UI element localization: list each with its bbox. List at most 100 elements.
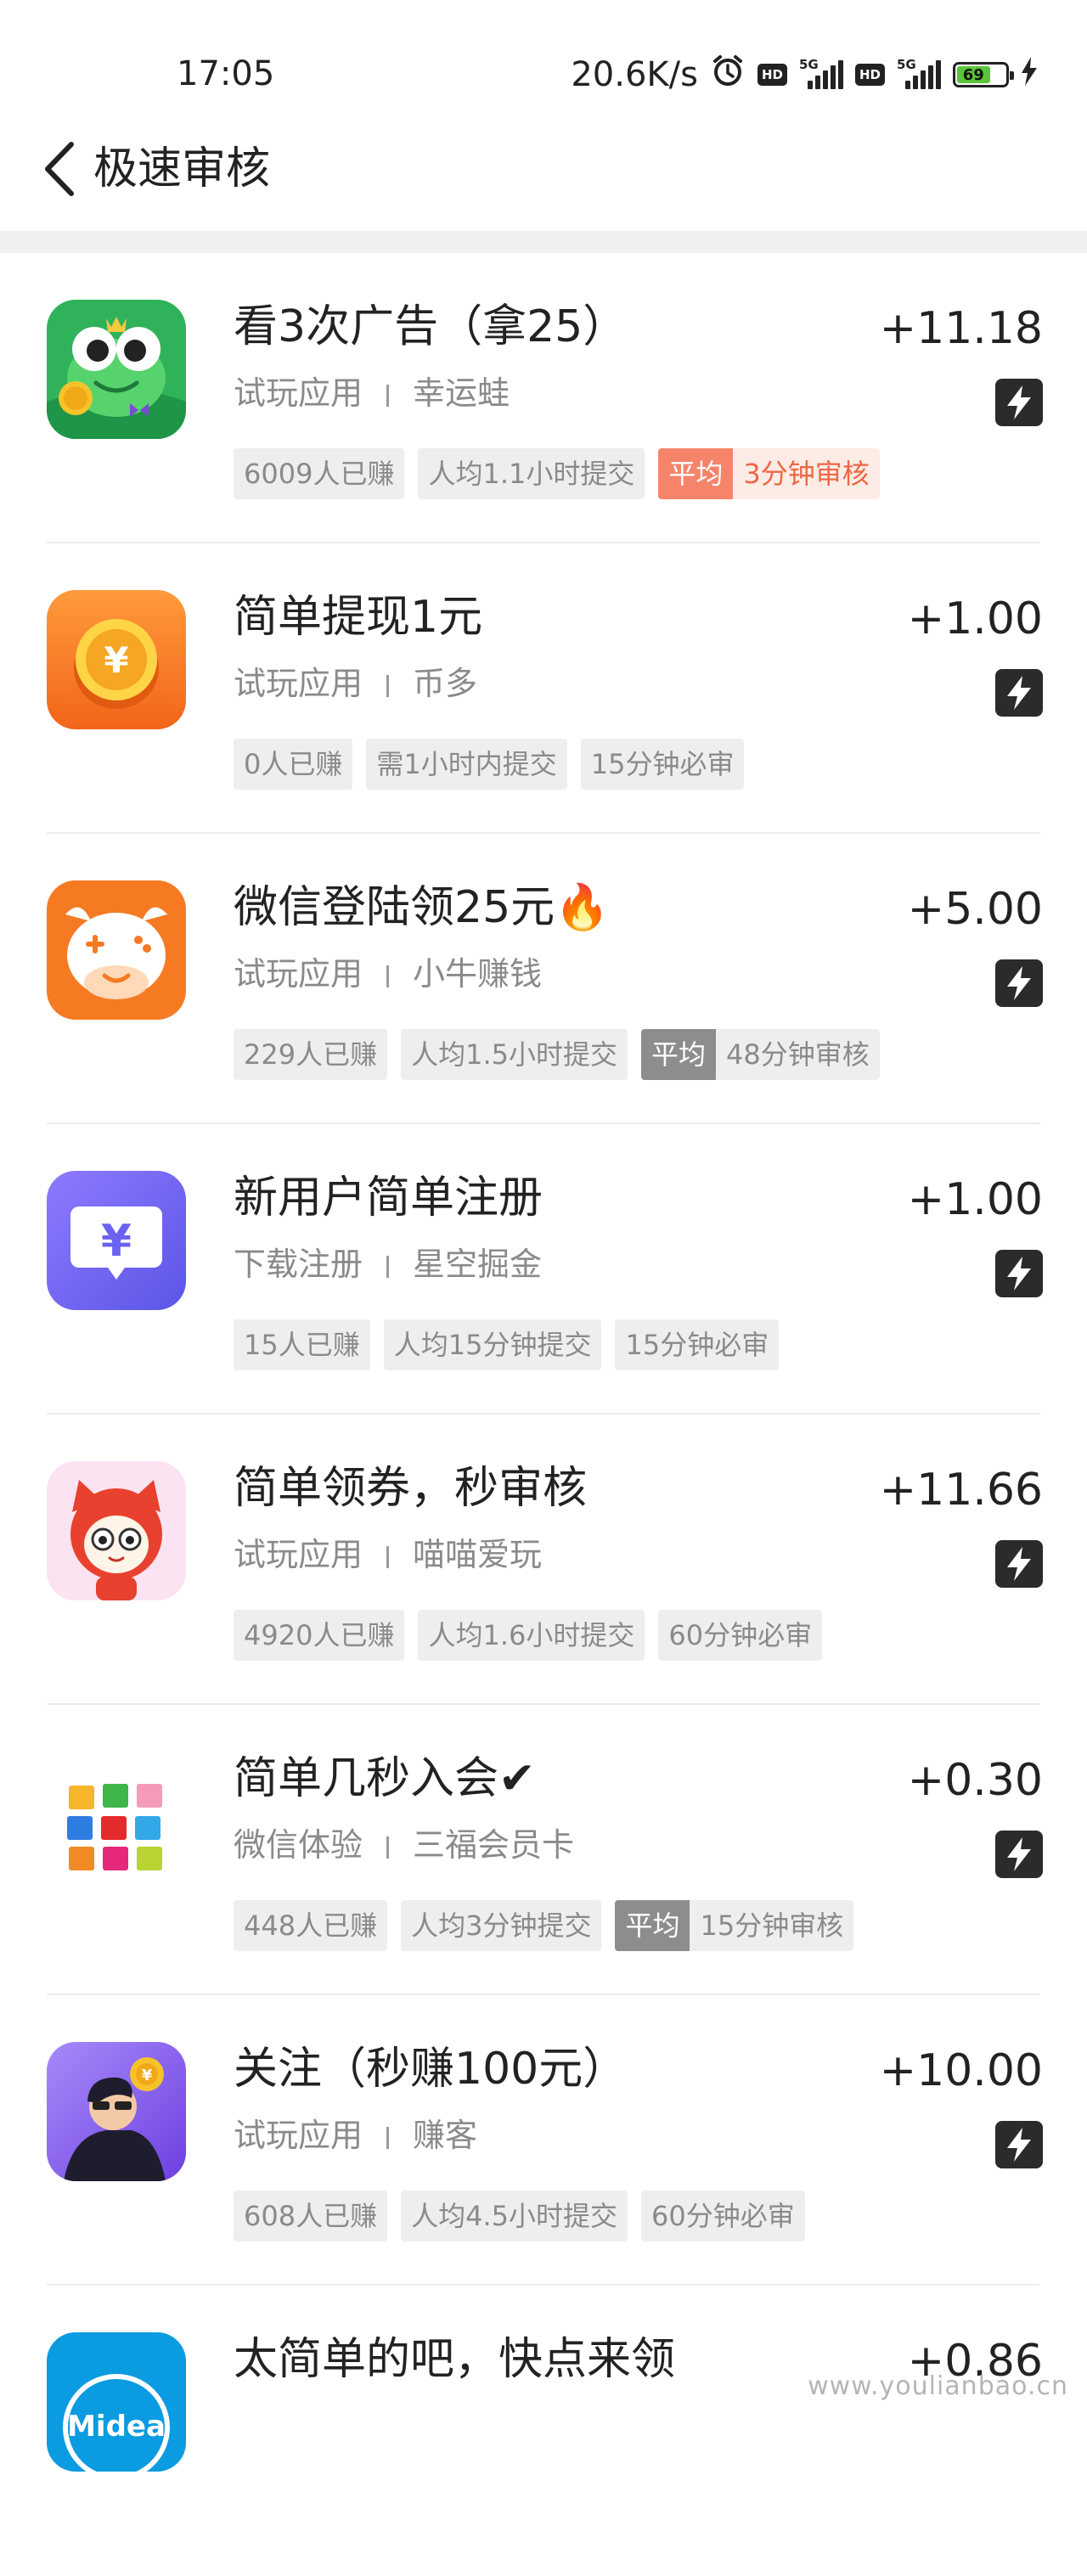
avg-submit-tag: 人均15分钟提交 [383, 1319, 602, 1370]
review-time-tag: 平均 48分钟审核 [641, 1029, 880, 1080]
avg-submit-tag: 人均4.5小时提交 [401, 2191, 628, 2241]
task-app-name: 星空掘金 [413, 1246, 543, 1283]
earned-tag: 229人已赚 [234, 1029, 388, 1080]
meta-divider [386, 384, 390, 407]
coin-app-icon: ¥ [47, 590, 186, 729]
svg-text:¥: ¥ [142, 2067, 153, 2084]
task-reward: +10.00 [879, 2045, 1043, 2096]
status-bar: 17:05 20.6K/s HD 5G HD 5G 69 [0, 0, 1087, 119]
task-app-name: 三福会员卡 [413, 1826, 575, 1864]
task-card[interactable]: ¥ 简单提现1元 +1.00 试玩应用 币多 0人已赚 需1小时内提交 15分钟必… [0, 543, 1087, 834]
meta-divider [386, 2126, 390, 2149]
status-time: 17:05 [177, 54, 275, 93]
task-app-name: 幸运蛙 [413, 374, 510, 412]
watermark: www.youlianbao.cn [808, 2371, 1068, 2401]
task-meta: 下载注册 星空掘金 [234, 1243, 542, 1285]
task-reward: +11.66 [879, 1465, 1043, 1516]
cat-app-icon [47, 1461, 186, 1600]
task-meta: 试玩应用 小牛赚钱 [234, 953, 542, 995]
svg-text:Midea: Midea [67, 2410, 166, 2444]
task-app-name: 赚客 [413, 2117, 478, 2154]
flash-icon [995, 379, 1043, 426]
flash-icon [995, 2121, 1043, 2168]
flash-icon [995, 1540, 1043, 1588]
flash-icon [995, 669, 1043, 717]
task-tags: 229人已赚 人均1.5小时提交 平均 48分钟审核 [234, 1029, 880, 1080]
task-app-name: 小牛赚钱 [413, 955, 543, 993]
flash-icon [995, 1831, 1043, 1878]
review-time-tag: 60分钟必审 [658, 1610, 823, 1661]
task-card[interactable]: 微信登陆领25元🔥 +5.00 试玩应用 小牛赚钱 229人已赚 人均1.5小时提… [0, 834, 1087, 1124]
task-title: 新用户简单注册 [234, 1173, 544, 1223]
page-header: 极速审核 [0, 119, 1087, 229]
task-title: 简单提现1元 [234, 592, 483, 643]
task-category: 试玩应用 [234, 955, 363, 993]
avg-submit-tag: 人均1.5小时提交 [401, 1029, 628, 1080]
signal-5g-icon: 5G [897, 57, 941, 89]
task-reward: +5.00 [907, 884, 1043, 935]
task-reward: +11.18 [879, 303, 1043, 354]
task-card[interactable]: Midea 太简单的吧，快点来领 +0.86 [0, 2286, 1087, 2576]
man-coin-app-icon: ¥ [47, 2042, 186, 2181]
avg-submit-tag: 人均1.1小时提交 [418, 448, 645, 499]
task-meta: 试玩应用 喵喵爱玩 [234, 1533, 542, 1576]
task-title: 简单领券，秒审核 [234, 1463, 588, 1514]
status-icons: 20.6K/s HD 5G HD 5G 69 [571, 53, 1038, 97]
task-title: 太简单的吧，快点来领 [234, 2334, 676, 2385]
task-tags: 608人已赚 人均4.5小时提交 60分钟必审 [234, 2191, 805, 2241]
task-list: 看3次广告（拿25） +11.18 试玩应用 幸运蛙 6009人已赚 人均1.1小… [0, 253, 1087, 2576]
meta-divider [386, 674, 390, 697]
review-time-tag: 60分钟必审 [641, 2191, 805, 2241]
task-meta: 微信体验 三福会员卡 [234, 1824, 574, 1866]
task-category: 下载注册 [234, 1246, 363, 1283]
battery-icon: 69 [953, 62, 1014, 87]
task-meta: 试玩应用 赚客 [234, 2114, 477, 2157]
task-tags: 448人已赚 人均3分钟提交 平均 15分钟审核 [234, 1900, 854, 1951]
cow-app-icon [47, 880, 186, 1020]
task-reward: +0.30 [907, 1755, 1043, 1806]
avg-submit-tag: 人均1.6小时提交 [418, 1610, 645, 1661]
earned-tag: 0人已赚 [234, 739, 353, 790]
task-card[interactable]: ¥ 新用户简单注册 +1.00 下载注册 星空掘金 15人已赚 人均15分钟提交 … [0, 1124, 1087, 1415]
midea-app-icon: Midea [47, 2332, 186, 2472]
review-time-tag: 15分钟必审 [615, 1319, 780, 1370]
chevron-left-icon[interactable] [39, 139, 82, 199]
hd-icon: HD [757, 64, 787, 86]
meta-divider [386, 1545, 390, 1568]
task-card[interactable]: 简单领券，秒审核 +11.66 试玩应用 喵喵爱玩 4920人已赚 人均1.6小时… [0, 1415, 1087, 1705]
review-time-tag: 15分钟必审 [580, 739, 745, 790]
task-title: 关注（秒赚100元） [234, 2044, 628, 2095]
avg-submit-tag: 需1小时内提交 [366, 739, 567, 790]
flash-icon [995, 959, 1043, 1007]
meta-divider [386, 1255, 390, 1278]
task-reward: +1.00 [907, 1174, 1043, 1225]
svg-text:¥: ¥ [101, 1216, 132, 1267]
task-title: 看3次广告（拿25） [234, 301, 628, 352]
avg-submit-tag: 人均3分钟提交 [401, 1900, 602, 1951]
task-category: 微信体验 [234, 1826, 363, 1864]
task-meta: 试玩应用 币多 [234, 662, 477, 705]
task-app-name: 币多 [413, 665, 478, 702]
charging-icon [1021, 55, 1038, 94]
task-card[interactable]: ¥ 关注（秒赚100元） +10.00 试玩应用 赚客 608人已赚 人均4.5小… [0, 1995, 1087, 2286]
page-title: 极速审核 [93, 143, 271, 194]
task-card[interactable]: 简单几秒入会✔ +0.30 微信体验 三福会员卡 448人已赚 人均3分钟提交 平… [0, 1705, 1087, 1995]
task-title: 简单几秒入会✔ [234, 1753, 536, 1804]
meta-divider [386, 1836, 390, 1859]
header-divider [0, 231, 1087, 253]
task-title: 微信登陆领25元🔥 [234, 882, 610, 933]
signal-5g-icon: 5G [799, 57, 843, 89]
earned-tag: 6009人已赚 [234, 448, 405, 499]
earned-tag: 15人已赚 [234, 1319, 370, 1370]
alarm-icon [710, 53, 746, 97]
earned-tag: 4920人已赚 [234, 1610, 405, 1661]
network-speed: 20.6K/s [571, 55, 698, 94]
task-category: 试玩应用 [234, 665, 363, 702]
task-tags: 4920人已赚 人均1.6小时提交 60分钟必审 [234, 1610, 823, 1661]
task-reward: +1.00 [907, 593, 1043, 644]
svg-text:¥: ¥ [104, 639, 128, 681]
yuan-chat-app-icon: ¥ [47, 1171, 186, 1310]
frog-app-icon [47, 300, 186, 439]
task-card[interactable]: 看3次广告（拿25） +11.18 试玩应用 幸运蛙 6009人已赚 人均1.1小… [0, 253, 1087, 543]
flash-icon [995, 1250, 1043, 1297]
